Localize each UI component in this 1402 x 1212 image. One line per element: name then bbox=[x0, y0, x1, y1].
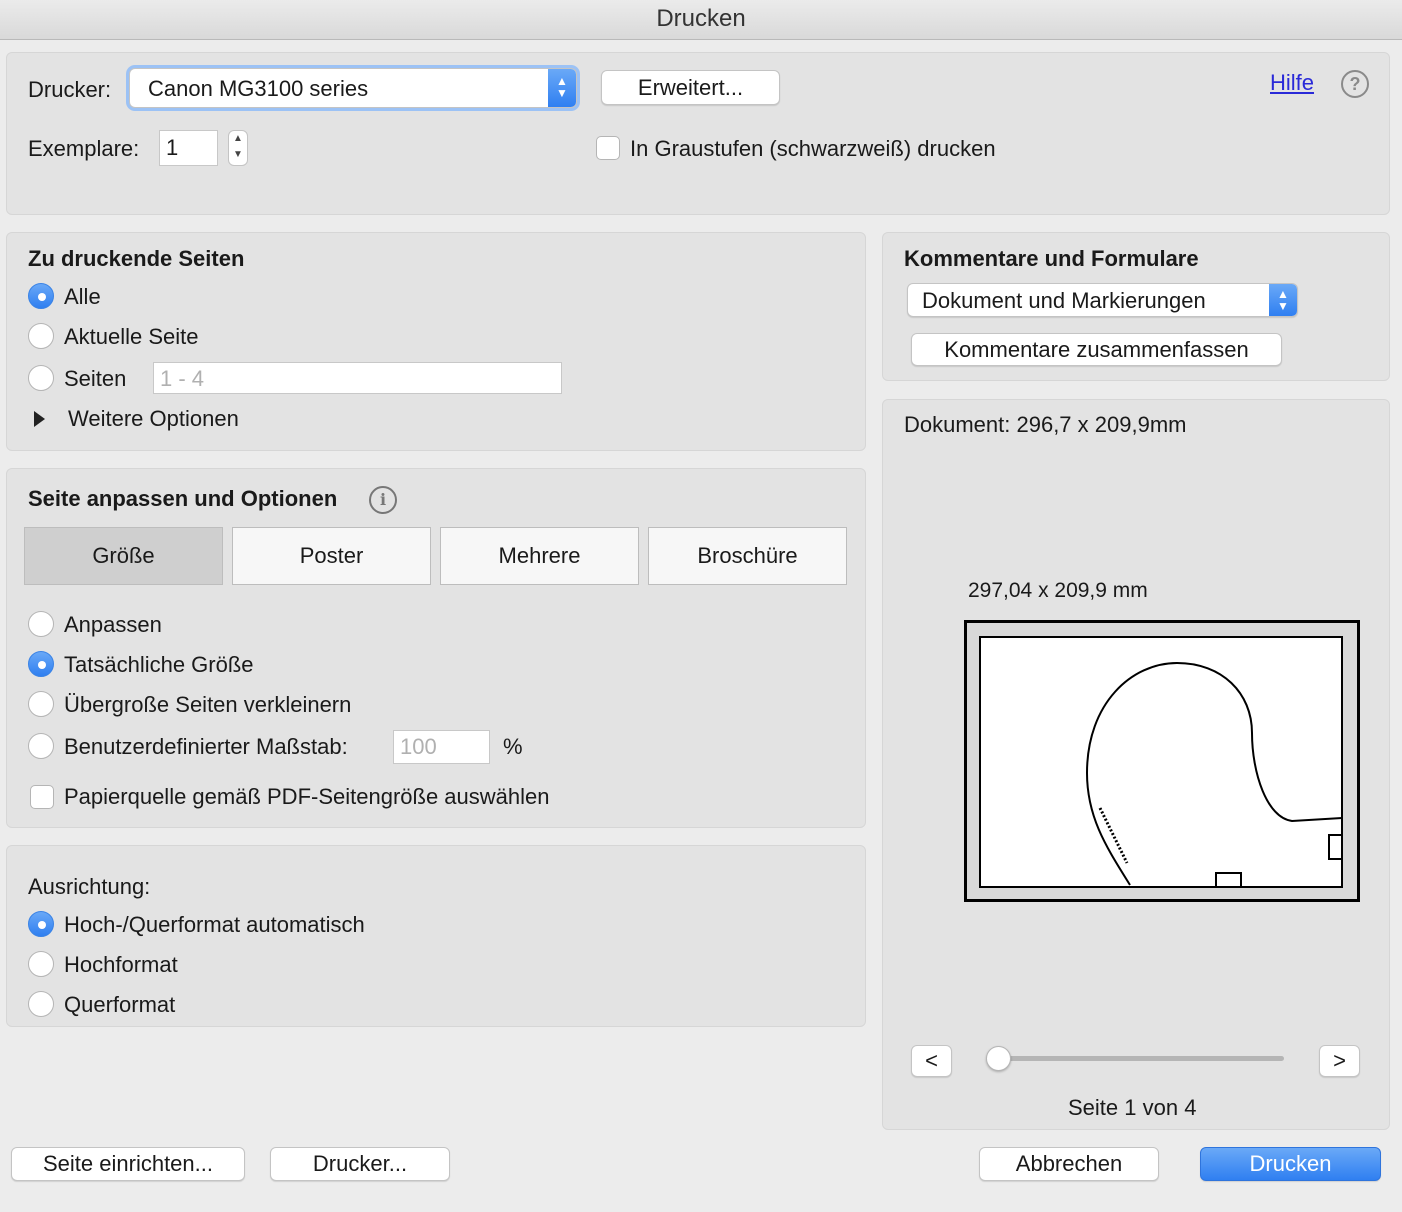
comments-heading: Kommentare und Formulare bbox=[904, 246, 1199, 271]
sizing-panel bbox=[6, 468, 866, 828]
custom-scale-radio[interactable] bbox=[28, 733, 54, 759]
pages-all-radio[interactable] bbox=[28, 283, 54, 309]
page-slider-thumb[interactable] bbox=[986, 1046, 1011, 1071]
printer-select-value: Canon MG3100 series bbox=[148, 76, 369, 101]
shrink-oversized-label: Übergroße Seiten verkleinern bbox=[64, 692, 352, 717]
summarize-comments-button[interactable]: Kommentare zusammenfassen bbox=[911, 333, 1282, 366]
tab-size[interactable]: Größe bbox=[24, 527, 223, 585]
orientation-portrait-label: Hochformat bbox=[64, 952, 178, 977]
actual-size-radio[interactable] bbox=[28, 651, 54, 677]
pages-current-radio[interactable] bbox=[28, 323, 54, 349]
orientation-auto-radio[interactable] bbox=[28, 911, 54, 937]
page-preview bbox=[964, 620, 1360, 902]
fit-label: Anpassen bbox=[64, 612, 162, 637]
comments-select-value: Dokument und Markierungen bbox=[922, 288, 1206, 313]
print-button[interactable]: Drucken bbox=[1200, 1147, 1381, 1181]
page-size: 297,04 x 209,9 mm bbox=[968, 579, 1148, 602]
paper-source-checkbox[interactable] bbox=[30, 785, 54, 809]
orientation-portrait-radio[interactable] bbox=[28, 951, 54, 977]
prev-page-button[interactable]: < bbox=[911, 1045, 952, 1077]
pages-all-label: Alle bbox=[64, 284, 101, 309]
disclosure-triangle-icon[interactable] bbox=[34, 411, 45, 427]
custom-scale-input[interactable]: 100 bbox=[393, 730, 490, 764]
pages-range-label: Seiten bbox=[64, 366, 127, 391]
page-slider-track[interactable] bbox=[998, 1056, 1284, 1061]
copies-label: Exemplare: bbox=[28, 136, 140, 161]
tab-booklet[interactable]: Broschüre bbox=[648, 527, 847, 585]
orientation-heading: Ausrichtung: bbox=[28, 874, 151, 899]
sizing-heading: Seite anpassen und Optionen bbox=[28, 486, 338, 511]
orientation-auto-label: Hoch-/Querformat automatisch bbox=[64, 912, 365, 937]
copies-stepper[interactable]: ▲ ▼ bbox=[228, 130, 248, 166]
pages-range-radio[interactable] bbox=[28, 365, 54, 391]
printer-select[interactable]: Canon MG3100 series ▲ ▼ bbox=[129, 68, 577, 108]
fit-radio[interactable] bbox=[28, 611, 54, 637]
printer-button[interactable]: Drucker... bbox=[270, 1147, 450, 1181]
printer-label: Drucker: bbox=[28, 77, 112, 102]
pages-heading: Zu druckende Seiten bbox=[28, 246, 245, 271]
document-size: Dokument: 296,7 x 209,9mm bbox=[904, 412, 1187, 437]
question-circle-icon[interactable]: ? bbox=[1341, 70, 1369, 98]
scale-unit: % bbox=[503, 734, 523, 759]
grayscale-checkbox[interactable] bbox=[596, 136, 620, 160]
grayscale-label: In Graustufen (schwarzweiß) drucken bbox=[630, 136, 996, 161]
copies-field[interactable]: 1 bbox=[159, 130, 218, 166]
advanced-button[interactable]: Erweitert... bbox=[601, 70, 780, 105]
tab-poster[interactable]: Poster bbox=[232, 527, 431, 585]
page-preview-drawing bbox=[979, 636, 1343, 888]
window-title: Drucken bbox=[0, 0, 1402, 40]
chevron-updown-icon: ▲ ▼ bbox=[548, 69, 576, 107]
page-setup-button[interactable]: Seite einrichten... bbox=[11, 1147, 245, 1181]
shrink-oversized-radio[interactable] bbox=[28, 691, 54, 717]
tab-multiple[interactable]: Mehrere bbox=[440, 527, 639, 585]
pages-current-label: Aktuelle Seite bbox=[64, 324, 199, 349]
orientation-landscape-label: Querformat bbox=[64, 992, 176, 1017]
help-link[interactable]: Hilfe bbox=[1270, 70, 1314, 96]
next-page-button[interactable]: > bbox=[1319, 1045, 1360, 1077]
pages-range-input[interactable]: 1 - 4 bbox=[153, 362, 562, 394]
info-circle-icon[interactable]: i bbox=[369, 486, 397, 514]
comments-select[interactable]: Dokument und Markierungen ▲ ▼ bbox=[907, 283, 1298, 317]
page-indicator: Seite 1 von 4 bbox=[1068, 1095, 1197, 1120]
orientation-landscape-radio[interactable] bbox=[28, 991, 54, 1017]
custom-scale-label: Benutzerdefinierter Maßstab: bbox=[64, 734, 348, 759]
more-options-label[interactable]: Weitere Optionen bbox=[68, 406, 239, 432]
paper-source-label: Papierquelle gemäß PDF-Seitengröße auswä… bbox=[64, 784, 550, 809]
chevron-updown-icon: ▲ ▼ bbox=[1269, 284, 1297, 316]
cancel-button[interactable]: Abbrechen bbox=[979, 1147, 1159, 1181]
actual-size-label: Tatsächliche Größe bbox=[64, 652, 254, 677]
